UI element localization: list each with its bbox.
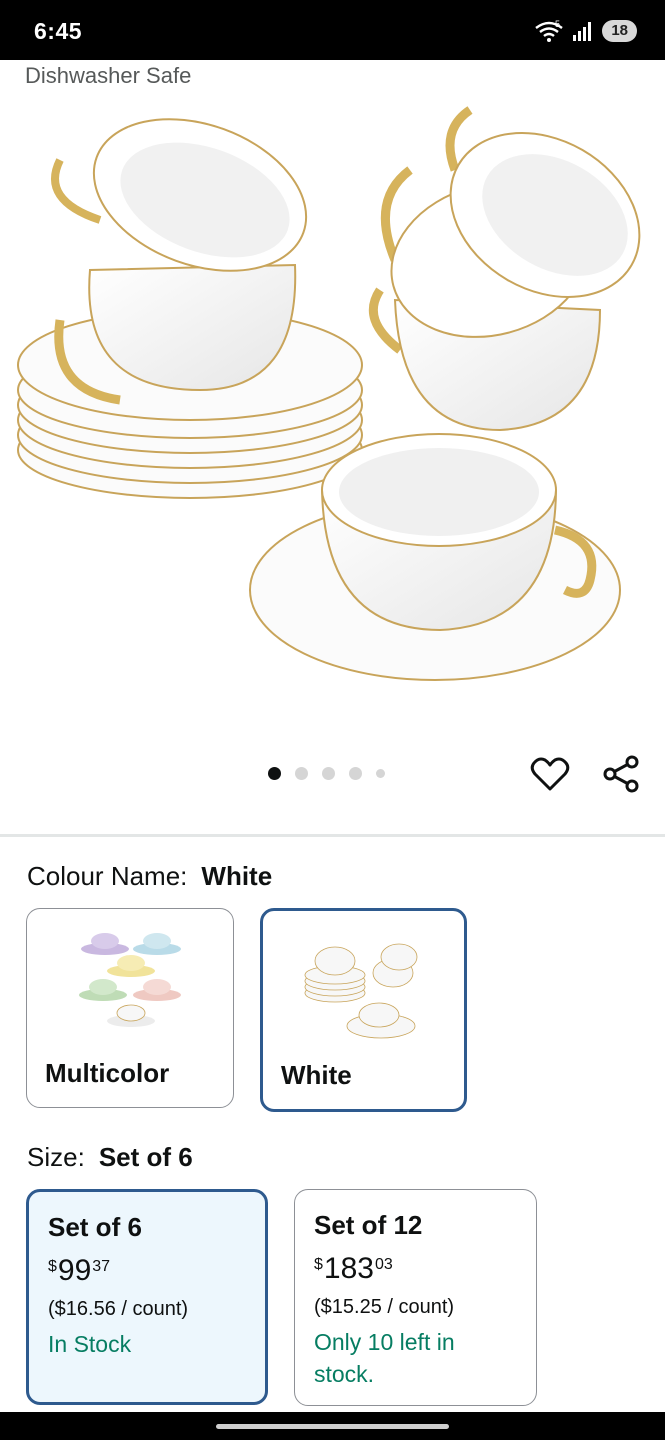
size-option-title: Set of 6: [48, 1212, 142, 1242]
section-divider: [0, 834, 665, 837]
colour-label: Colour Name: White: [27, 861, 273, 891]
heart-icon[interactable]: [530, 754, 570, 794]
size-option-stock: Only 10 left in stock.: [314, 1329, 455, 1387]
wifi-icon: 5: [535, 19, 564, 42]
status-bar: 6:45 5 18: [0, 0, 665, 60]
size-label: Size: Set of 6: [27, 1142, 193, 1172]
navigation-bar: [0, 1412, 665, 1440]
size-option-price: $183 03: [314, 1252, 393, 1285]
size-option-stock: In Stock: [48, 1331, 132, 1357]
home-gesture-handle[interactable]: [216, 1424, 449, 1429]
pagination-dot-4[interactable]: [349, 767, 362, 780]
white-thumbnail: [304, 943, 418, 1039]
size-option-price: $99 37: [48, 1254, 111, 1287]
pagination-dot-3[interactable]: [322, 767, 335, 780]
size-option-set-of-6[interactable]: Set of 6 $99 37 ($16.56 / count) In Stock: [26, 1189, 268, 1405]
status-time: 6:45: [34, 18, 83, 44]
size-option-title: Set of 12: [314, 1210, 423, 1240]
share-icon[interactable]: [601, 754, 641, 794]
signal-icon: [573, 22, 592, 41]
colour-option-white[interactable]: White: [260, 908, 467, 1112]
size-option-unit-price: ($15.25 / count): [314, 1296, 455, 1318]
size-option-set-of-12[interactable]: Set of 12 $183 03 ($15.25 / count) Only 1…: [294, 1189, 537, 1406]
pagination-dot-2[interactable]: [295, 767, 308, 780]
size-selected-value: Set of 6: [98, 1142, 193, 1172]
colour-selected-value: White: [201, 861, 273, 891]
pagination-dot-5[interactable]: [376, 769, 385, 778]
image-caption: Dishwasher Safe: [25, 63, 192, 88]
product-image[interactable]: [0, 90, 665, 730]
multicolor-thumbnail: [79, 933, 181, 1027]
image-pagination[interactable]: [268, 767, 385, 780]
svg-text:5: 5: [555, 19, 560, 29]
pagination-dot-1[interactable]: [268, 767, 281, 780]
battery-icon: 18: [602, 20, 637, 42]
colour-option-multicolor[interactable]: Multicolor: [26, 908, 234, 1108]
size-option-unit-price: ($16.56 / count): [48, 1298, 189, 1320]
colour-option-label: White: [281, 1060, 352, 1090]
colour-option-label: Multicolor: [45, 1058, 170, 1088]
status-icons: 5 18: [534, 19, 637, 43]
